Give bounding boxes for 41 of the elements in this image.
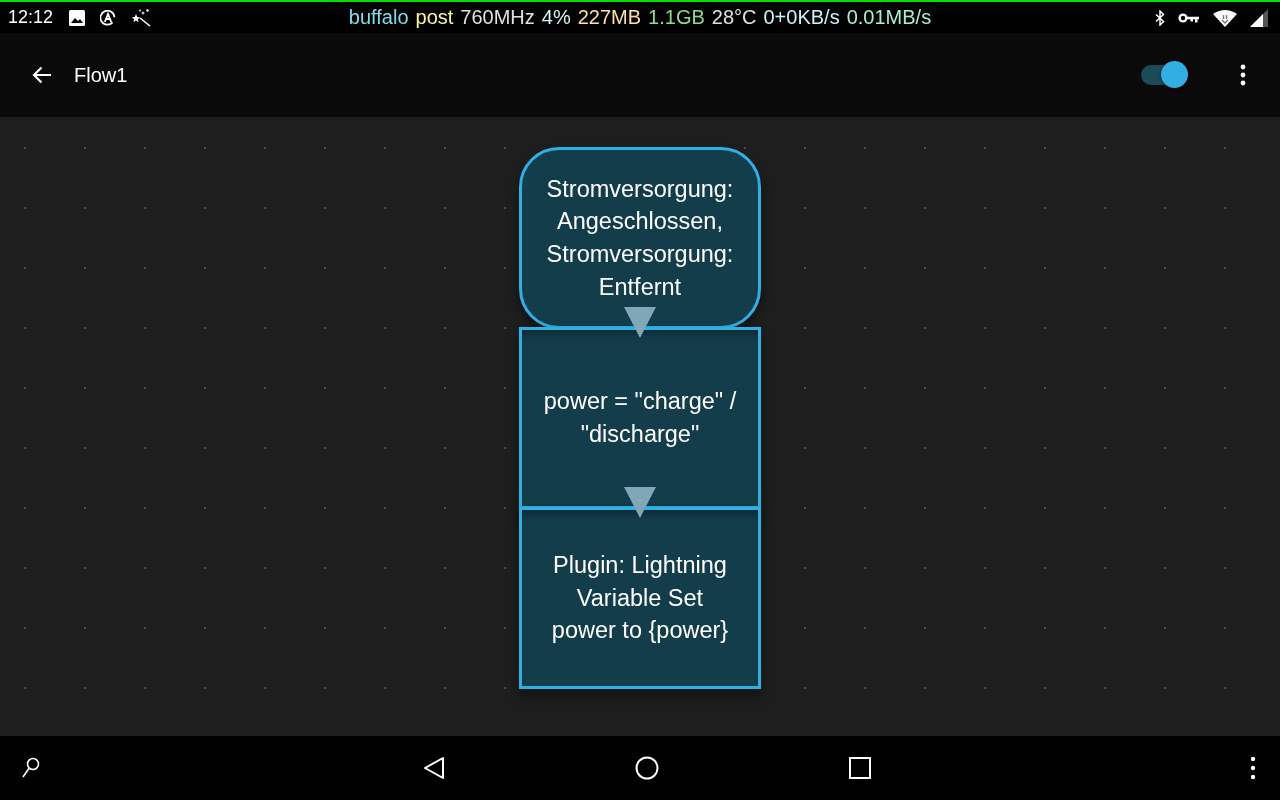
recents-button[interactable] xyxy=(849,757,871,779)
status-stat-text: 0.01MB/s xyxy=(846,6,932,29)
bluetooth-icon xyxy=(1155,9,1165,26)
more-vertical-icon xyxy=(1240,64,1246,86)
status-stat-text: buffalo xyxy=(348,6,409,29)
status-stat-text: 227MB xyxy=(577,6,642,29)
more-options-button[interactable] xyxy=(1240,64,1246,86)
node-text: power = "charge" / "discharge" xyxy=(543,387,737,449)
clock-time: 12:12 xyxy=(8,7,54,28)
status-stat-text: 4% xyxy=(541,6,571,29)
magic-wand-icon xyxy=(131,8,152,27)
status-stat-text: 28°C xyxy=(711,6,757,29)
status-stat-text: 0+0KB/s xyxy=(763,6,840,29)
more-vertical-icon xyxy=(1250,756,1256,780)
home-button[interactable] xyxy=(635,756,659,780)
back-arrow-icon xyxy=(32,65,52,85)
back-nav-button[interactable] xyxy=(423,756,445,780)
status-stat-text: 760MHz xyxy=(460,6,535,29)
variable-node[interactable]: power = "charge" / "discharge" xyxy=(519,327,761,509)
back-triangle-icon xyxy=(423,756,445,780)
back-button[interactable] xyxy=(32,65,52,85)
toolbar-title: Flow1 xyxy=(74,63,128,87)
menu-button[interactable] xyxy=(1250,756,1256,780)
search-button[interactable] xyxy=(22,757,40,779)
action-node[interactable]: Plugin: Lightning Variable Set power to {power} xyxy=(519,507,761,689)
node-text: Plugin: Lightning Variable Set power to {power} xyxy=(551,551,729,646)
signal-icon xyxy=(1250,8,1268,27)
circled-letter-icon xyxy=(100,9,117,26)
recents-square-icon xyxy=(849,757,871,779)
wifi-icon xyxy=(1213,8,1237,27)
status-stat-text: post xyxy=(415,6,454,29)
trigger-node[interactable]: Stromversorgung: Angeschlossen, Stromversorgung: Entfernt xyxy=(519,147,761,329)
key-icon xyxy=(1178,11,1200,24)
down-triangle-icon xyxy=(624,307,656,338)
toggle-switch[interactable] xyxy=(1140,60,1190,90)
image-icon xyxy=(69,9,86,26)
home-circle-icon xyxy=(635,756,659,780)
node-text: Stromversorgung: Angeschlossen, Stromversorgung: Entfernt xyxy=(546,174,734,302)
status-stat-text: 1.1GB xyxy=(648,6,705,29)
down-triangle-icon xyxy=(624,487,656,518)
search-icon xyxy=(22,757,40,779)
